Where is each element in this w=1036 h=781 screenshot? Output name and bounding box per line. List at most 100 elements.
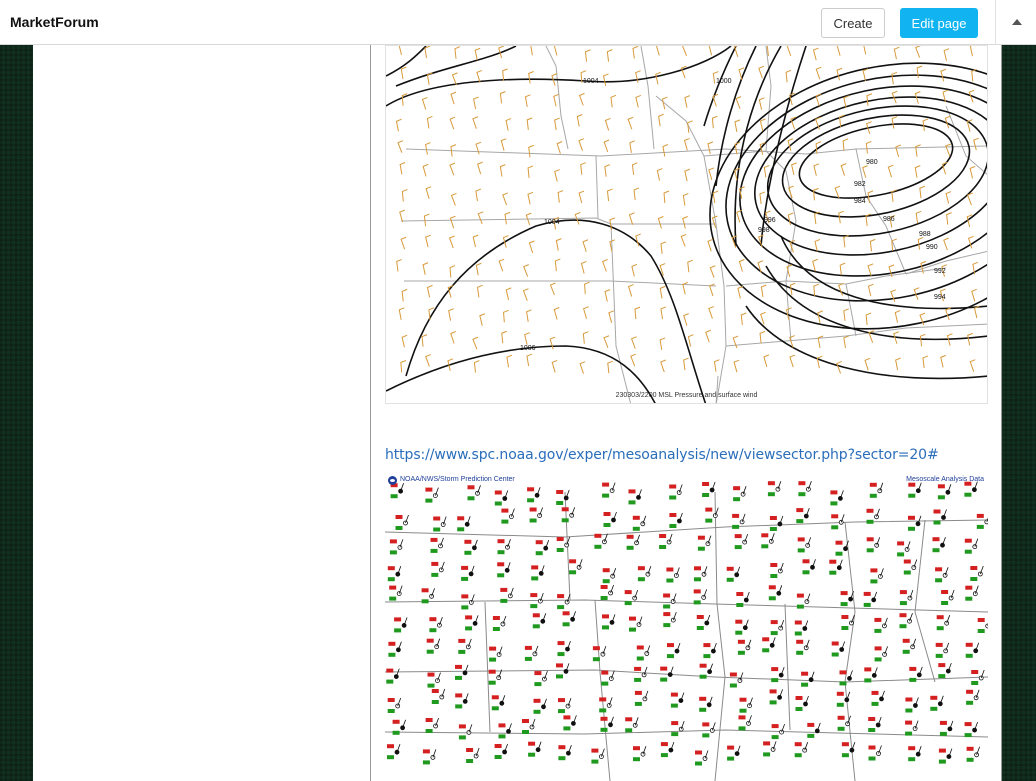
dewpoint-mark	[796, 604, 804, 609]
wind-barb-icon	[399, 162, 406, 175]
wind-barb-icon	[450, 192, 457, 206]
wind-barb-icon	[421, 96, 428, 110]
wind-barb-icon	[759, 330, 766, 344]
temperature-mark	[767, 481, 775, 486]
wind-barb-icon	[894, 310, 901, 323]
wind-barb-icon	[791, 162, 797, 175]
spc-mesoanalysis-link[interactable]: https://www.spc.noaa.gov/exper/mesoanaly…	[385, 447, 939, 463]
station-marker-icon	[563, 668, 569, 674]
wind-barb-icon	[424, 46, 431, 59]
temperature-mark	[388, 641, 396, 646]
dewpoint-mark	[389, 596, 397, 601]
wind-barb-icon	[582, 239, 589, 252]
temperature-mark	[736, 592, 744, 596]
dewpoint-mark	[429, 628, 437, 633]
station-marker-icon	[777, 694, 783, 700]
wind-barb-icon	[712, 190, 719, 204]
dewpoint-mark	[874, 657, 882, 662]
temperature-mark	[494, 744, 502, 748]
wind-barb-icon	[708, 167, 715, 181]
dewpoint-mark	[903, 570, 911, 575]
dewpoint-mark	[528, 752, 536, 757]
temperature-mark	[695, 750, 702, 755]
dewpoint-mark	[535, 551, 543, 556]
dewpoint-mark	[666, 578, 674, 583]
wind-barb-icon	[524, 332, 530, 345]
wind-barb-icon	[401, 188, 408, 202]
temperature-mark	[936, 615, 944, 620]
station-marker-icon	[397, 545, 403, 550]
wind-barb-icon	[400, 236, 407, 250]
mesoanalysis-map: NOAA/NWS/Storm Prediction Center Mesosca…	[385, 472, 988, 781]
isobar-label: 986	[883, 216, 895, 223]
station-marker-icon	[642, 696, 648, 702]
station-marker-icon	[814, 728, 820, 734]
dewpoint-mark	[703, 654, 711, 659]
temperature-mark	[556, 537, 564, 541]
dewpoint-mark	[457, 527, 465, 532]
dewpoint-mark	[387, 709, 395, 713]
wind-barb-icon	[656, 46, 660, 56]
temperature-mark	[841, 742, 849, 747]
temperature-mark	[697, 535, 705, 540]
brand-title[interactable]: MarketForum	[10, 14, 99, 30]
wind-barb-icon	[472, 234, 479, 248]
wind-barb-icon	[606, 49, 613, 62]
wind-barb-icon	[887, 164, 894, 178]
dewpoint-mark	[864, 678, 872, 683]
collapse-caret-icon[interactable]	[1008, 14, 1026, 30]
wind-barb-icon	[556, 141, 563, 154]
dewpoint-mark	[425, 498, 433, 503]
temperature-mark	[905, 720, 913, 725]
temperature-mark	[558, 745, 566, 750]
wind-barb-icon	[551, 359, 558, 373]
wind-barb-icon	[893, 46, 900, 60]
station-marker-icon	[666, 539, 672, 545]
station-marker-icon	[465, 644, 471, 650]
wind-barb-icon	[812, 47, 819, 61]
dewpoint-mark	[386, 679, 394, 684]
dewpoint-mark	[699, 674, 707, 679]
temperature-mark	[938, 748, 946, 753]
station-marker-icon	[438, 543, 443, 549]
wind-barb-icon	[683, 137, 690, 151]
wind-barb-icon	[449, 162, 456, 176]
temperature-mark	[699, 696, 707, 701]
dewpoint-mark	[558, 709, 565, 714]
temperature-mark	[669, 513, 677, 517]
temperature-mark	[455, 664, 462, 669]
edit-page-button[interactable]: Edit page	[900, 8, 978, 38]
dewpoint-mark	[863, 602, 871, 607]
wind-barb-icon	[943, 237, 949, 251]
temperature-mark	[636, 645, 644, 650]
wind-barb-icon	[813, 283, 819, 297]
wind-barb-icon	[553, 46, 558, 56]
dewpoint-mark	[425, 729, 433, 733]
create-button[interactable]: Create	[821, 8, 885, 38]
station-marker-icon	[907, 618, 912, 624]
station-marker-icon	[705, 541, 711, 547]
wind-barb-icon	[740, 312, 747, 326]
mesoanalysis-data-title: Mesoscale Analysis Data	[906, 476, 984, 483]
wind-barb-icon	[738, 259, 745, 272]
wind-barb-icon	[785, 69, 792, 83]
temperature-mark	[466, 748, 474, 752]
wind-barb-icon	[627, 116, 634, 130]
dewpoint-mark	[801, 682, 809, 687]
wind-barb-icon	[527, 165, 534, 179]
station-marker-icon	[709, 487, 715, 493]
wind-barb-icon	[578, 138, 585, 151]
dewpoint-mark	[556, 674, 563, 679]
station-marker-icon	[438, 567, 444, 573]
dewpoint-mark	[431, 572, 439, 577]
wind-barb-icon	[733, 46, 739, 57]
temperature-mark	[426, 638, 434, 643]
wind-barb-icon	[578, 190, 585, 204]
dewpoint-mark	[458, 735, 466, 740]
temperature-mark	[863, 591, 871, 596]
dewpoint-mark	[761, 544, 769, 549]
temperature-mark	[389, 539, 397, 544]
left-panel	[33, 45, 370, 781]
wind-barb-icon	[734, 119, 741, 132]
temperature-mark	[467, 485, 475, 490]
